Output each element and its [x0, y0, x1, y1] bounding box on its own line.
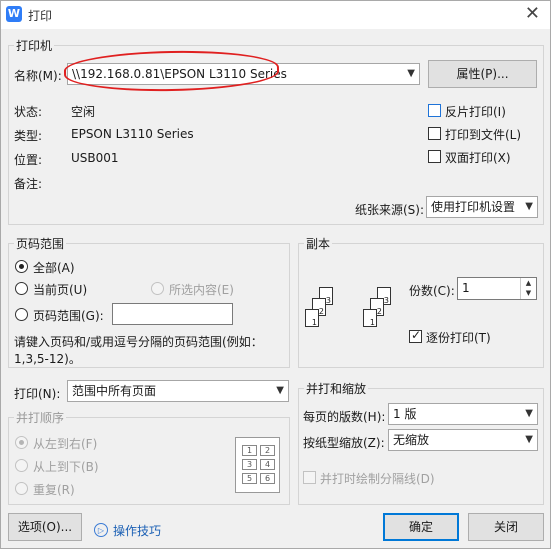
checkmark-icon: ✓ [411, 328, 422, 342]
order-tb-radio [15, 459, 28, 472]
order-legend: 并打顺序 [14, 409, 67, 426]
copies-legend: 副本 [304, 235, 333, 252]
copies-count-label: 份数(C): [409, 284, 455, 298]
scale-label: 按纸型缩放(Z): [303, 436, 385, 450]
status-label: 状态: [14, 105, 43, 119]
zoom-legend: 并打和缩放 [304, 380, 369, 397]
collate-checkbox[interactable]: ✓ [409, 328, 422, 343]
page-icon: 1 [363, 309, 377, 327]
print-what-label: 打印(N): [14, 387, 61, 401]
paper-source-value: 使用打印机设置 [431, 200, 516, 214]
print-to-file-checkbox[interactable] [428, 127, 441, 140]
copies-count-value: 1 [462, 281, 470, 295]
draw-divider-checkbox [303, 471, 316, 484]
order-cell: 5 [242, 473, 257, 484]
range-selection-label: 所选内容(E) [169, 283, 234, 297]
range-all-radio[interactable] [15, 260, 28, 273]
order-cell: 2 [260, 445, 275, 456]
range-current-label: 当前页(U) [33, 283, 88, 297]
printer-name-label: 名称(M): [14, 69, 62, 83]
printer-name-select[interactable]: \\192.168.0.81\EPSON L3110 Series ▼ [67, 63, 420, 85]
scale-value: 无缩放 [393, 433, 430, 447]
print-what-value: 范围中所有页面 [72, 384, 157, 398]
reverse-print-checkbox[interactable] [428, 104, 441, 117]
order-lr-label: 从左到右(F) [33, 437, 98, 451]
window-title: 打印 [28, 9, 53, 23]
range-selection-radio [151, 282, 164, 295]
paper-source-select[interactable]: 使用打印机设置 ▼ [426, 196, 538, 218]
order-tb-label: 从上到下(B) [33, 460, 99, 474]
printer-name-value: \\192.168.0.81\EPSON L3110 Series [72, 67, 287, 81]
page-range-legend: 页码范围 [14, 235, 67, 252]
chevron-down-icon: ▼ [525, 434, 533, 445]
per-sheet-value: 1 版 [393, 407, 417, 421]
reverse-print-label: 反片打印(I) [445, 105, 506, 119]
chevron-down-icon: ▼ [525, 201, 533, 212]
copies-group [298, 243, 544, 368]
spin-up-icon[interactable]: ▲ [521, 278, 536, 288]
status-value: 空闲 [71, 105, 96, 119]
location-label: 位置: [14, 153, 43, 167]
options-button[interactable]: 选项(O)... [8, 513, 82, 541]
printer-legend: 打印机 [14, 37, 55, 54]
order-cell: 1 [242, 445, 257, 456]
range-pages-label: 页码范围(G): [33, 309, 104, 323]
range-hint: 请键入页码和/或用逗号分隔的页码范围(例如： [14, 335, 263, 349]
close-button[interactable]: 关闭 [468, 513, 544, 541]
scale-select[interactable]: 无缩放 ▼ [388, 429, 538, 451]
order-preview-icon: 1 2 3 4 5 6 [235, 437, 280, 493]
help-circle-icon[interactable]: ▷ [94, 523, 108, 537]
range-hint-example: 1,3,5-12)。 [14, 352, 81, 366]
chevron-down-icon: ▼ [407, 68, 415, 79]
type-value: EPSON L3110 Series [71, 127, 194, 141]
order-repeat-radio [15, 482, 28, 495]
duplex-label: 双面打印(X) [445, 151, 511, 165]
order-lr-radio [15, 436, 28, 449]
tips-link[interactable]: 操作技巧 [113, 522, 161, 539]
comment-label: 备注: [14, 177, 43, 191]
ok-button[interactable]: 确定 [383, 513, 459, 541]
page-range-input[interactable] [112, 303, 233, 325]
range-all-label: 全部(A) [33, 261, 75, 275]
duplex-checkbox[interactable] [428, 150, 441, 163]
type-label: 类型: [14, 129, 43, 143]
per-sheet-label: 每页的版数(H): [303, 410, 386, 424]
order-cell: 6 [260, 473, 275, 484]
order-cell: 3 [242, 459, 257, 470]
paper-source-label: 纸张来源(S): [355, 203, 425, 217]
print-dialog: W 打印 ✕ 打印机 名称(M): \\192.168.0.81\EPSON L… [0, 0, 551, 549]
range-current-radio[interactable] [15, 282, 28, 295]
collate-label: 逐份打印(T) [426, 331, 491, 345]
print-to-file-label: 打印到文件(L) [445, 128, 522, 142]
range-pages-radio[interactable] [15, 308, 28, 321]
page-icon: 1 [305, 309, 319, 327]
chevron-down-icon: ▼ [525, 408, 533, 419]
chevron-down-icon: ▼ [276, 385, 284, 396]
wps-logo-icon: W [6, 6, 22, 22]
title-bar: W 打印 ✕ [1, 1, 550, 29]
order-repeat-label: 重复(R) [33, 483, 75, 497]
spin-buttons[interactable]: ▲ ▼ [520, 278, 536, 299]
properties-button[interactable]: 属性(P)... [428, 60, 537, 88]
spin-down-icon[interactable]: ▼ [521, 288, 536, 298]
order-cell: 4 [260, 459, 275, 470]
location-value: USB001 [71, 151, 119, 165]
per-sheet-select[interactable]: 1 版 ▼ [388, 403, 538, 425]
close-icon[interactable]: ✕ [525, 3, 540, 24]
copies-count-stepper[interactable]: 1 ▲ ▼ [457, 277, 537, 300]
draw-divider-label: 并打时绘制分隔线(D) [320, 472, 435, 486]
print-what-select[interactable]: 范围中所有页面 ▼ [67, 380, 289, 402]
